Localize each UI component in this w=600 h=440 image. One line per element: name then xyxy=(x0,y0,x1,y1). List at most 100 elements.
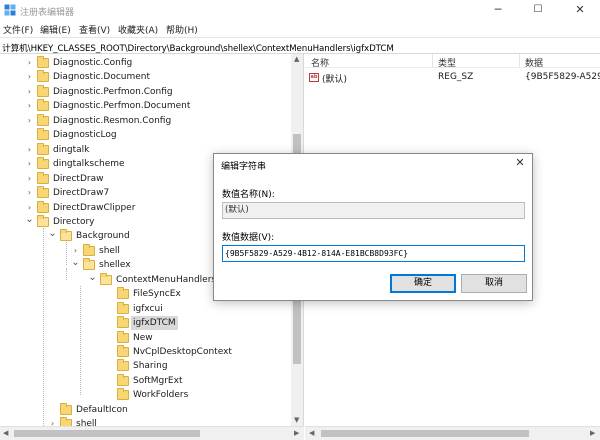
value-data-input[interactable]: {9B5F5829-A529-4B12-814A-E81BCB8D93FC} xyxy=(222,245,525,262)
folder-icon xyxy=(37,84,49,97)
chevron-down-icon[interactable]: ⌄ xyxy=(88,272,97,287)
cancel-button[interactable]: 取消 xyxy=(461,274,527,293)
chevron-down-icon[interactable]: ⌄ xyxy=(71,258,80,272)
chevron-right-icon[interactable]: › xyxy=(25,99,34,113)
menu-edit[interactable]: 编辑(E) xyxy=(40,23,71,36)
menu-favorites[interactable]: 收藏夹(A) xyxy=(118,23,158,36)
chevron-right-icon[interactable]: › xyxy=(25,85,34,99)
folder-icon xyxy=(37,70,49,83)
tree-item-label: New xyxy=(133,332,153,343)
folder-icon xyxy=(117,373,129,386)
tree-item-label: dingtalk xyxy=(53,144,90,155)
chevron-down-icon[interactable]: ⌄ xyxy=(25,214,34,229)
tree-item-label: shell xyxy=(99,245,120,256)
chevron-right-icon[interactable]: › xyxy=(25,56,34,70)
dialog-title: 编辑字符串 xyxy=(221,162,267,172)
value-data: {9B5F5829-A529-4 xyxy=(525,72,600,82)
tree-item-label: Diagnostic.Perfmon.Document xyxy=(53,101,191,112)
folder-icon xyxy=(117,316,129,329)
folder-icon xyxy=(37,171,49,184)
folder-icon xyxy=(37,99,49,112)
close-button[interactable]: ✕ xyxy=(560,0,600,20)
tree-item-label: ContextMenuHandlers xyxy=(116,274,217,285)
folder-icon xyxy=(37,214,49,227)
value-data-label: 数值数据(V): xyxy=(222,233,275,243)
chevron-right-icon[interactable]: › xyxy=(25,172,34,186)
value-name-label: 数值名称(N): xyxy=(222,190,275,200)
ok-button[interactable]: 确定 xyxy=(390,274,456,293)
address-bar[interactable]: 计算机\HKEY_CLASSES_ROOT\Directory\Backgrou… xyxy=(0,37,600,54)
tree-item-label: DirectDraw7 xyxy=(53,188,110,199)
folder-icon xyxy=(37,113,49,126)
tree-item-label: DirectDrawClipper xyxy=(53,202,136,213)
menu-file[interactable]: 文件(F) xyxy=(3,23,33,36)
tree-item-label: shellex xyxy=(99,260,131,271)
chevron-right-icon[interactable]: › xyxy=(25,70,34,84)
list-header: 名称 类型 数据 xyxy=(305,54,600,69)
value-name: (默认) xyxy=(322,75,348,85)
folder-icon xyxy=(60,229,72,242)
scroll-right-arrow-icon[interactable]: ▶ xyxy=(294,429,299,437)
edit-string-dialog: 编辑字符串 ✕ 数值名称(N): (默认) 数值数据(V): {9B5F5829… xyxy=(213,153,533,301)
tree-item-label: DiagnosticLog xyxy=(53,130,117,141)
folder-icon xyxy=(117,287,129,300)
title-bar: 注册表编辑器 ─ ☐ ✕ xyxy=(0,0,600,20)
folder-icon xyxy=(83,258,95,271)
menu-view[interactable]: 查看(V) xyxy=(79,23,110,36)
tree-item-label: DirectDraw xyxy=(53,173,104,184)
tree-item-label: igfxcui xyxy=(133,303,163,314)
tree-item-label: DefaultIcon xyxy=(76,404,128,415)
folder-icon xyxy=(37,200,49,213)
menu-help[interactable]: 帮助(H) xyxy=(166,23,198,36)
folder-icon xyxy=(37,56,49,68)
tree-item-label: Diagnostic.Resmon.Config xyxy=(53,115,172,126)
column-name[interactable]: 名称 xyxy=(311,56,329,69)
chevron-right-icon[interactable]: › xyxy=(71,244,80,258)
scroll-left-arrow-icon[interactable]: ◀ xyxy=(309,429,314,437)
minimize-button[interactable]: ─ xyxy=(478,0,518,20)
chevron-right-icon[interactable]: › xyxy=(25,186,34,200)
list-horizontal-scrollbar[interactable]: ◀ ▶ xyxy=(305,426,600,440)
registry-editor-icon xyxy=(4,4,16,16)
folder-icon xyxy=(37,128,49,141)
folder-icon xyxy=(37,157,49,170)
tree-item-label: Directory xyxy=(53,216,95,227)
maximize-button[interactable]: ☐ xyxy=(518,0,558,20)
column-data[interactable]: 数据 xyxy=(525,56,543,69)
folder-icon xyxy=(60,402,72,415)
tree-item-label: NvCplDesktopContext xyxy=(133,347,232,357)
list-item[interactable]: ab (默认) REG_SZ {9B5F5829-A529-4 xyxy=(305,71,600,85)
tree-hscroll-thumb[interactable] xyxy=(14,430,200,437)
list-hscroll-thumb[interactable] xyxy=(321,430,529,437)
string-value-icon: ab xyxy=(309,73,319,82)
tree-item-label: igfxDTCM xyxy=(131,316,178,331)
column-type[interactable]: 类型 xyxy=(438,56,456,69)
chevron-right-icon[interactable]: › xyxy=(25,157,34,171)
address-path[interactable]: 计算机\HKEY_CLASSES_ROOT\Directory\Backgrou… xyxy=(2,41,394,54)
chevron-right-icon[interactable]: › xyxy=(25,114,34,128)
chevron-right-icon[interactable]: › xyxy=(25,201,34,215)
folder-icon xyxy=(37,186,49,199)
tree-item-label: Diagnostic.Document xyxy=(53,72,151,83)
folder-icon xyxy=(117,388,129,401)
tree-item-label: Diagnostic.Config xyxy=(53,58,133,68)
chevron-right-icon[interactable]: › xyxy=(25,143,34,157)
value-type: REG_SZ xyxy=(438,72,474,82)
scroll-right-arrow-icon[interactable]: ▶ xyxy=(590,429,595,437)
value-name-field: (默认) xyxy=(222,202,525,219)
scroll-left-arrow-icon[interactable]: ◀ xyxy=(3,429,8,437)
tree-item-label: Background xyxy=(76,231,130,242)
folder-icon xyxy=(117,345,129,357)
folder-icon xyxy=(117,330,129,343)
chevron-down-icon[interactable]: ⌄ xyxy=(48,229,57,243)
folder-icon xyxy=(83,243,95,256)
tree-horizontal-scrollbar[interactable]: ◀ ▶ xyxy=(0,426,304,440)
folder-icon xyxy=(117,359,129,372)
scroll-up-arrow-icon[interactable]: ▲ xyxy=(294,55,299,63)
folder-icon xyxy=(117,301,129,314)
scroll-down-arrow-icon[interactable]: ▼ xyxy=(294,416,299,424)
dialog-close-icon[interactable]: ✕ xyxy=(512,155,528,171)
folder-icon xyxy=(100,272,112,285)
menu-bar: 文件(F) 编辑(E) 查看(V) 收藏夹(A) 帮助(H) xyxy=(0,20,600,37)
folder-icon xyxy=(37,142,49,155)
